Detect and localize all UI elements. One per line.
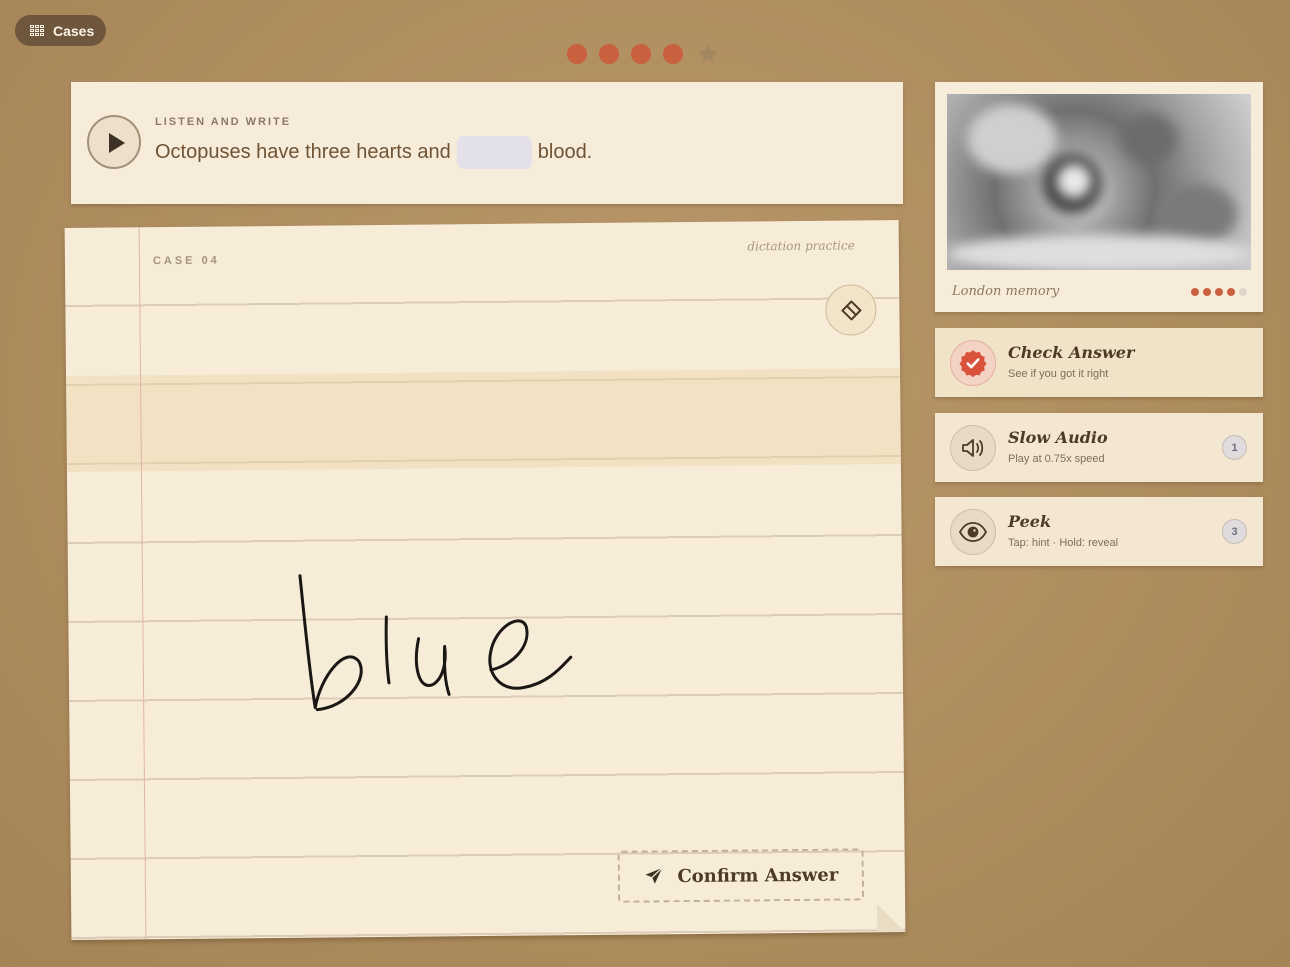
peek-button[interactable]: Peek Tap: hint · Hold: reveal 3 xyxy=(935,497,1263,566)
memory-progress-dots xyxy=(1191,288,1247,296)
prompt-card: LISTEN AND WRITE Octopuses have three he… xyxy=(71,82,903,204)
page-fold xyxy=(877,903,906,933)
handwritten-answer xyxy=(298,574,573,712)
play-audio-button[interactable] xyxy=(87,115,141,169)
check-answer-button[interactable]: Check Answer See if you got it right xyxy=(935,328,1263,397)
star-icon xyxy=(698,44,718,63)
check-badge-icon xyxy=(959,350,987,377)
confirm-answer-label: Confirm Answer xyxy=(677,864,839,887)
progress-dot xyxy=(631,44,651,64)
progress-dot xyxy=(663,44,683,64)
check-answer-subtitle: See if you got it right xyxy=(1008,368,1109,380)
cases-button[interactable]: Cases xyxy=(15,15,106,46)
memory-card[interactable]: London memory xyxy=(935,82,1263,312)
cases-label: Cases xyxy=(53,22,95,39)
answer-blank xyxy=(456,136,532,169)
check-icon-circle xyxy=(950,340,996,386)
memory-caption: London memory xyxy=(952,284,1060,299)
peek-count-badge: 3 xyxy=(1222,519,1247,544)
peek-subtitle: Tap: hint · Hold: reveal xyxy=(1008,537,1119,549)
erase-button[interactable] xyxy=(825,284,877,336)
prompt-text-before: Octopuses have three hearts and xyxy=(155,141,451,163)
eye-icon-circle xyxy=(950,509,996,555)
case-label: CASE 04 xyxy=(152,254,220,268)
slow-audio-count-badge: 1 xyxy=(1222,435,1247,460)
paper-title: dictation practice xyxy=(747,238,855,254)
grid-icon xyxy=(30,24,44,37)
slow-audio-button[interactable]: Slow Audio Play at 0.75x speed 1 xyxy=(935,413,1263,482)
prompt-label: LISTEN AND WRITE xyxy=(155,116,292,128)
slow-audio-subtitle: Play at 0.75x speed xyxy=(1008,453,1105,465)
prompt-sentence: Octopuses have three hearts and blood. xyxy=(155,136,592,169)
writing-paper[interactable]: CASE 04 dictation practice Confirm Answe… xyxy=(64,220,906,940)
eye-icon xyxy=(959,522,987,542)
current-line-highlight xyxy=(66,368,901,473)
progress-indicator xyxy=(567,43,719,65)
progress-dot xyxy=(567,44,587,64)
confirm-answer-button[interactable]: Confirm Answer xyxy=(617,848,865,903)
check-answer-title: Check Answer xyxy=(1008,343,1135,362)
margin-line xyxy=(138,227,147,940)
peek-title: Peek xyxy=(1008,512,1052,531)
memory-photo xyxy=(947,94,1251,270)
speaker-icon xyxy=(962,439,984,457)
send-icon xyxy=(645,867,663,884)
prompt-text-after: blood. xyxy=(537,141,593,163)
slow-audio-title: Slow Audio xyxy=(1008,428,1108,447)
play-icon xyxy=(109,133,125,153)
eraser-icon xyxy=(841,300,862,321)
speaker-icon-circle xyxy=(950,425,996,471)
progress-dot xyxy=(599,44,619,64)
